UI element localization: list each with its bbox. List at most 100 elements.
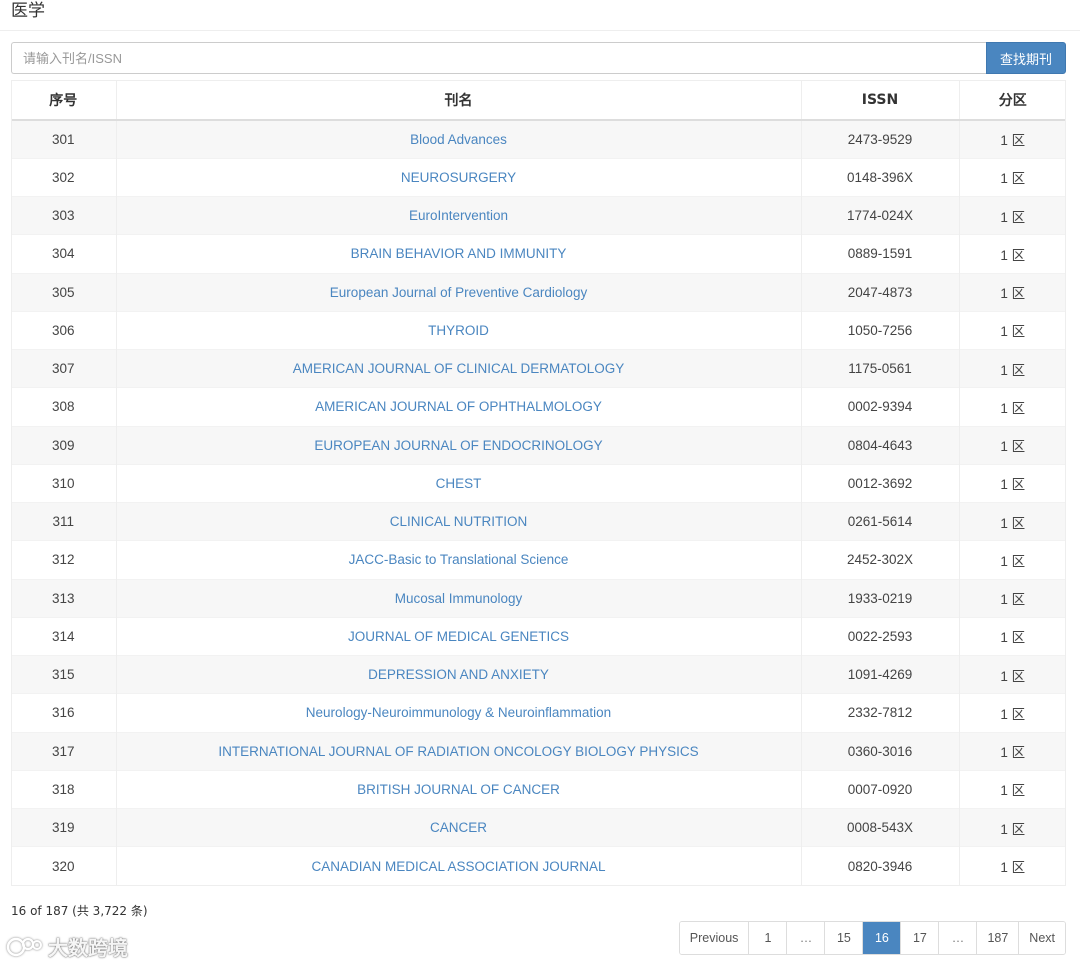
table-row: 319 CANCER 0008-543X 1 区 <box>11 807 1066 847</box>
pagination-summary: 16 of 187 (共 3,722 条) <box>11 904 148 918</box>
journal-link[interactable]: NEUROSURGERY <box>401 170 516 185</box>
row-index: 317 <box>11 731 116 771</box>
page-button-16[interactable]: 16 <box>862 922 901 954</box>
row-zone: 1 区 <box>958 463 1066 503</box>
column-header-zone[interactable]: 分区 <box>958 80 1066 121</box>
journal-link[interactable]: CANCER <box>430 820 487 835</box>
journal-link[interactable]: European Journal of Preventive Cardiolog… <box>330 285 587 300</box>
row-issn: 2473-9529 <box>800 119 959 159</box>
journal-link[interactable]: AMERICAN JOURNAL OF CLINICAL DERMATOLOGY <box>293 361 625 376</box>
row-issn: 0148-396X <box>800 157 959 197</box>
row-journal-cell: CHEST <box>115 463 801 503</box>
table-row: 315 DEPRESSION AND ANXIETY 1091-4269 1 区 <box>11 654 1066 694</box>
table-row: 307 AMERICAN JOURNAL OF CLINICAL DERMATOL… <box>11 348 1066 388</box>
row-index: 301 <box>11 119 116 159</box>
journal-link[interactable]: CLINICAL NUTRITION <box>390 514 528 529</box>
pagination-ellipsis: … <box>786 922 825 954</box>
row-journal-cell: AMERICAN JOURNAL OF CLINICAL DERMATOLOGY <box>115 348 801 388</box>
watermark-text: 大数跨境 <box>48 936 128 960</box>
row-zone: 1 区 <box>958 234 1066 273</box>
journal-link[interactable]: CHEST <box>436 476 482 491</box>
page-title: 医学 <box>11 1 45 21</box>
row-index: 312 <box>11 540 116 579</box>
row-index: 302 <box>11 157 116 197</box>
journal-link[interactable]: INTERNATIONAL JOURNAL OF RADIATION ONCOL… <box>218 744 698 759</box>
journal-link[interactable]: BRAIN BEHAVIOR AND IMMUNITY <box>351 246 567 261</box>
journal-link[interactable]: DEPRESSION AND ANXIETY <box>368 667 549 682</box>
previous-page-button[interactable]: Previous <box>679 922 749 954</box>
row-issn: 0002-9394 <box>800 387 959 426</box>
search-input[interactable] <box>11 42 986 74</box>
page-button-17[interactable]: 17 <box>900 922 939 954</box>
row-zone: 1 区 <box>958 846 1066 885</box>
row-journal-cell: Neurology-Neuroimmunology & Neuroinflamm… <box>115 693 801 732</box>
row-index: 306 <box>11 310 116 350</box>
row-issn: 0008-543X <box>800 807 959 847</box>
page-button-15[interactable]: 15 <box>824 922 863 954</box>
row-journal-cell: THYROID <box>115 310 801 350</box>
journal-link[interactable]: Mucosal Immunology <box>395 591 523 606</box>
row-journal-cell: BRAIN BEHAVIOR AND IMMUNITY <box>115 234 801 273</box>
row-issn: 0889-1591 <box>800 234 959 273</box>
row-index: 311 <box>11 501 116 541</box>
journal-link[interactable]: EuroIntervention <box>409 208 508 223</box>
row-journal-cell: INTERNATIONAL JOURNAL OF RADIATION ONCOL… <box>115 731 801 771</box>
table-row: 309 EUROPEAN JOURNAL OF ENDOCRINOLOGY 0804… <box>11 425 1066 465</box>
journal-link[interactable]: BRITISH JOURNAL OF CANCER <box>357 782 560 797</box>
row-zone: 1 区 <box>958 540 1066 579</box>
journal-link[interactable]: AMERICAN JOURNAL OF OPHTHALMOLOGY <box>315 399 602 414</box>
journal-link[interactable]: Blood Advances <box>410 132 507 147</box>
row-issn: 0022-2593 <box>800 616 959 656</box>
page-button-1[interactable]: 1 <box>748 922 787 954</box>
table-row: 314 JOURNAL OF MEDICAL GENETICS 0022-2593 1… <box>11 616 1066 656</box>
row-journal-cell: BRITISH JOURNAL OF CANCER <box>115 769 801 809</box>
row-index: 315 <box>11 654 116 694</box>
row-journal-cell: CANADIAN MEDICAL ASSOCIATION JOURNAL <box>115 846 801 885</box>
row-journal-cell: CANCER <box>115 807 801 847</box>
row-index: 313 <box>11 578 116 618</box>
table-row: 304 BRAIN BEHAVIOR AND IMMUNITY 0889-1591 1… <box>11 234 1066 273</box>
row-index: 308 <box>11 387 116 426</box>
row-zone: 1 区 <box>958 731 1066 771</box>
table-row: 318 BRITISH JOURNAL OF CANCER 0007-0920 1 区 <box>11 769 1066 809</box>
table-body: 301 Blood Advances 2473-9529 1 区 302 NEUROSUR… <box>11 119 1066 885</box>
pagination-ellipsis: … <box>938 922 977 954</box>
journal-link[interactable]: JACC-Basic to Translational Science <box>349 552 569 567</box>
row-index: 320 <box>11 846 116 885</box>
row-issn: 1091-4269 <box>800 654 959 694</box>
watermark: 大数跨境 <box>6 932 128 961</box>
page: 医学 查找期刊 序号 刊名 ISSN 分区 301 Blood Advances 2… <box>0 0 1080 968</box>
table-row: 302 NEUROSURGERY 0148-396X 1 区 <box>11 157 1066 197</box>
row-zone: 1 区 <box>958 348 1066 388</box>
column-header-issn[interactable]: ISSN <box>800 80 959 121</box>
row-issn: 2047-4873 <box>800 272 959 312</box>
journal-link[interactable]: THYROID <box>428 323 489 338</box>
table-row: 305 European Journal of Preventive Cardio… <box>11 272 1066 312</box>
row-issn: 0804-4643 <box>800 425 959 465</box>
row-zone: 1 区 <box>958 272 1066 312</box>
row-journal-cell: CLINICAL NUTRITION <box>115 501 801 541</box>
row-zone: 1 区 <box>958 616 1066 656</box>
journal-link[interactable]: JOURNAL OF MEDICAL GENETICS <box>348 629 569 644</box>
page-button-187[interactable]: 187 <box>976 922 1019 954</box>
row-zone: 1 区 <box>958 501 1066 541</box>
row-zone: 1 区 <box>958 654 1066 694</box>
table-row: 306 THYROID 1050-7256 1 区 <box>11 310 1066 350</box>
row-index: 318 <box>11 769 116 809</box>
row-journal-cell: Mucosal Immunology <box>115 578 801 618</box>
column-header-journal-name[interactable]: 刊名 <box>115 80 801 121</box>
row-index: 314 <box>11 616 116 656</box>
journal-table: 序号 刊名 ISSN 分区 301 Blood Advances 2473-9529… <box>11 80 1066 885</box>
row-journal-cell: JOURNAL OF MEDICAL GENETICS <box>115 616 801 656</box>
journal-link[interactable]: CANADIAN MEDICAL ASSOCIATION JOURNAL <box>311 859 605 874</box>
row-issn: 1175-0561 <box>800 348 959 388</box>
row-zone: 1 区 <box>958 769 1066 809</box>
journal-link[interactable]: Neurology-Neuroimmunology & Neuroinflamm… <box>306 705 611 720</box>
row-journal-cell: AMERICAN JOURNAL OF OPHTHALMOLOGY <box>115 387 801 426</box>
next-page-button[interactable]: Next <box>1018 922 1065 954</box>
table-row: 312 JACC-Basic to Translational Science 24… <box>11 540 1066 579</box>
row-zone: 1 区 <box>958 425 1066 465</box>
search-button[interactable]: 查找期刊 <box>986 42 1066 74</box>
journal-link[interactable]: EUROPEAN JOURNAL OF ENDOCRINOLOGY <box>314 438 602 453</box>
column-header-index[interactable]: 序号 <box>11 80 116 121</box>
